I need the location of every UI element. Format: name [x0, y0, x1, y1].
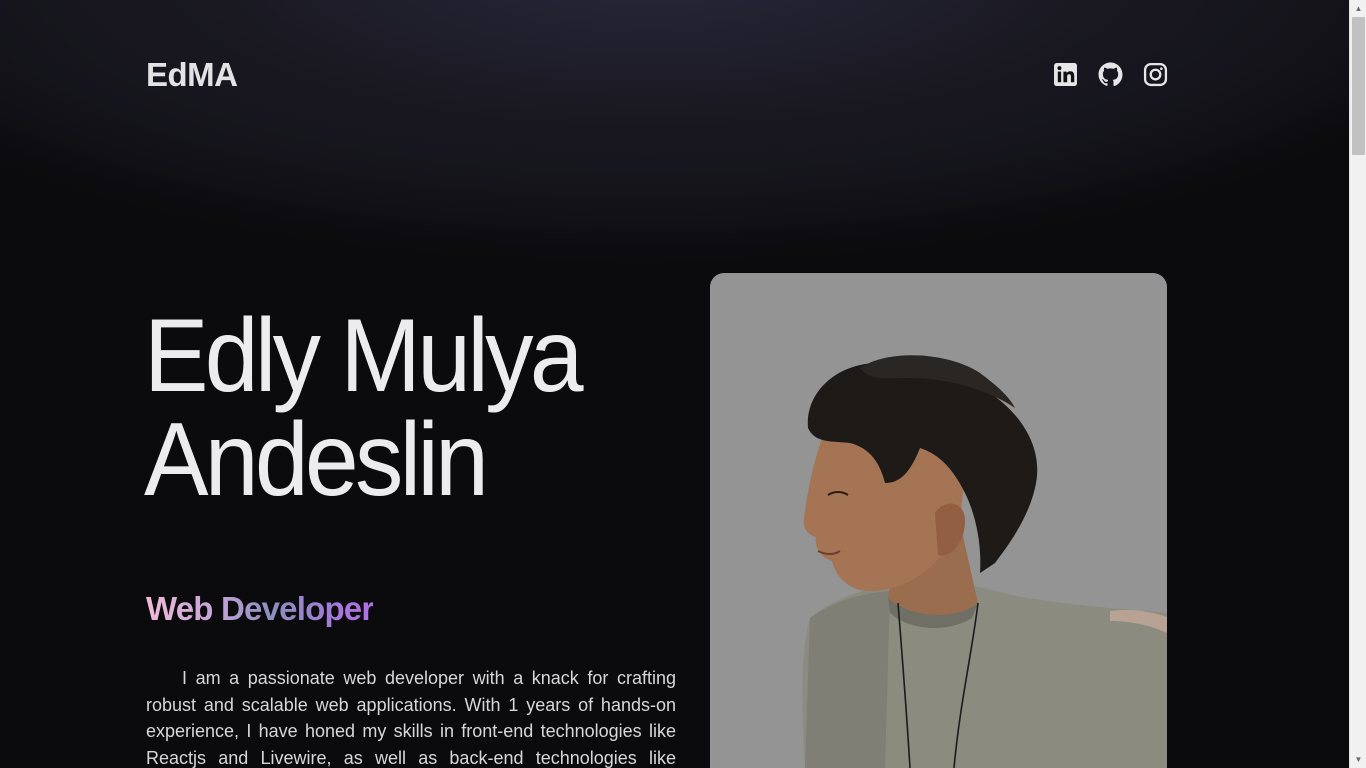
scroll-up-arrow-icon[interactable]: ▲	[1350, 0, 1366, 17]
person-portrait-image	[802, 355, 1167, 768]
hero-bio: I am a passionate web developer with a k…	[146, 668, 676, 768]
profile-photo	[710, 273, 1167, 768]
page-scrollbar[interactable]: ▲ ▼	[1349, 0, 1366, 768]
hero-name-line-1: Edly Mulya	[144, 298, 584, 414]
scrollbar-thumb[interactable]	[1352, 17, 1365, 155]
hero-role: Web Developer	[146, 590, 374, 627]
instagram-link[interactable]	[1143, 62, 1168, 87]
github-icon	[1098, 62, 1123, 87]
linkedin-link[interactable]	[1053, 62, 1078, 87]
social-links	[1053, 62, 1168, 87]
hero-name-line-2: Andeslin	[144, 402, 489, 518]
site-logo[interactable]: EdMA	[146, 56, 238, 94]
scroll-down-arrow-icon[interactable]: ▼	[1350, 751, 1366, 768]
instagram-icon	[1143, 62, 1168, 87]
page: EdMA Edly Mulya Andeslin Web Developer I…	[0, 0, 1349, 768]
github-link[interactable]	[1098, 62, 1123, 87]
hero-name: Edly Mulya Andeslin	[144, 298, 584, 518]
linkedin-icon	[1054, 63, 1077, 86]
